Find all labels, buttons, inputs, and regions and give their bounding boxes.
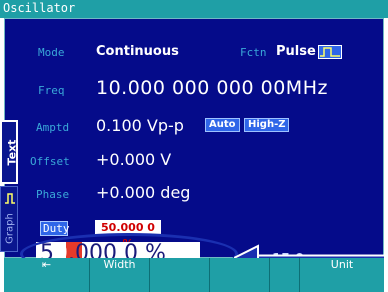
tab-graph[interactable]: Graph <box>0 186 18 252</box>
fctn-value[interactable]: Pulse <box>276 44 316 59</box>
tab-text-label: Text <box>5 139 19 166</box>
offset-value[interactable]: +0.000 V <box>96 150 171 169</box>
high-z-badge[interactable]: High-Z <box>244 118 290 132</box>
amptd-value[interactable]: 0.100 Vp-p <box>96 116 184 135</box>
duty-label[interactable]: Duty <box>40 221 70 236</box>
mode-label: Mode <box>38 46 65 59</box>
softkey-4[interactable] <box>210 258 270 292</box>
softkey-unit-label: Unit <box>330 258 354 271</box>
fctn-label: Fctn <box>240 46 267 59</box>
phase-value[interactable]: +0.000 deg <box>96 183 190 202</box>
window-title: Oscillator <box>3 1 76 15</box>
pulse-wave-icon <box>5 193 15 204</box>
auto-badge[interactable]: Auto <box>205 118 240 132</box>
softkey-3[interactable] <box>150 258 210 292</box>
pulse-function-icon <box>318 45 342 59</box>
freq-label: Freq <box>38 84 65 97</box>
freq-value[interactable]: 10.000 000 000 00MHz <box>96 77 328 99</box>
offset-label: Offset <box>30 155 70 168</box>
softkey-back-label: ⇤ <box>41 258 52 271</box>
mode-value[interactable]: Continuous <box>96 44 179 59</box>
phase-label: Phase <box>36 188 70 201</box>
tab-graph-label: Graph <box>4 213 16 244</box>
amptd-label: Amptd <box>36 121 70 134</box>
softkey-5[interactable] <box>270 258 300 292</box>
tab-text[interactable]: Text <box>0 120 19 184</box>
softkey-unit[interactable]: Unit <box>300 258 384 292</box>
softkey-width[interactable]: Width <box>90 258 150 292</box>
softkey-back[interactable]: ⇤ <box>4 258 90 292</box>
title-bar: Oscillator <box>0 0 388 18</box>
softkey-width-label: Width <box>103 258 136 271</box>
